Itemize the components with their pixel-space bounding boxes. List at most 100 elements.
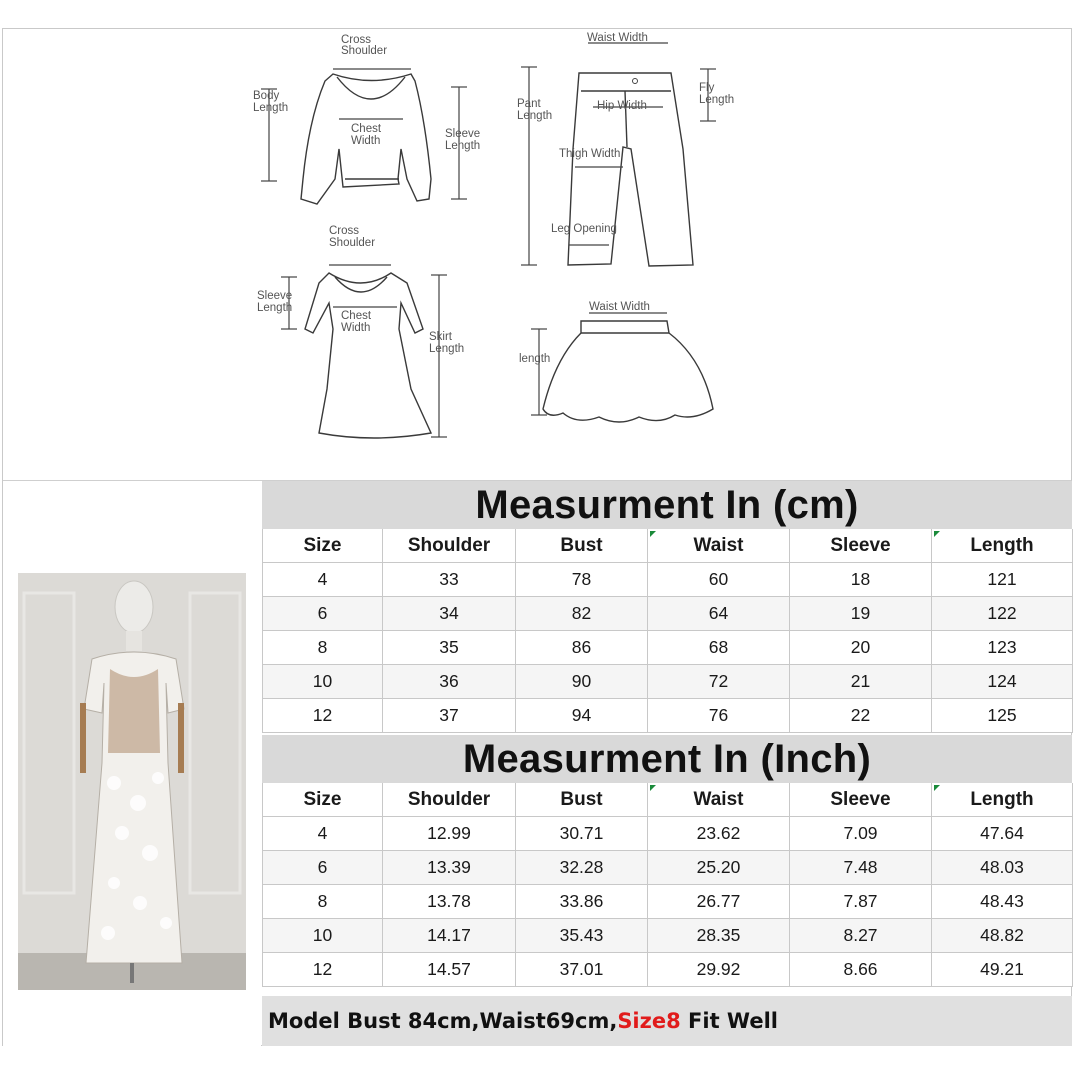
table-cell: 14.57: [382, 952, 516, 987]
label-sleeve-length: Sleeve: [445, 128, 480, 140]
measurement-diagram: Cross Shoulder Body Length Chest Width S…: [3, 29, 1071, 479]
inch-header-row: Size Shoulder Bust Waist Sleeve Length: [262, 783, 1073, 817]
table-cell: 10: [262, 918, 383, 953]
table-cell: 6: [262, 850, 383, 885]
table-cell: 125: [931, 698, 1073, 733]
column-header-sleeve: Sleeve: [789, 783, 932, 817]
label-skirt-length-short: length: [519, 353, 550, 365]
cm-size-table: Size Shoulder Bust Waist Sleeve Length 4 33 78 6…: [262, 529, 1073, 733]
fit-note-highlight: Size8: [617, 1009, 681, 1033]
table-cell: 33: [382, 562, 516, 597]
table-row: 12 14.57 37.01 29.92 8.66 49.21: [262, 952, 1073, 987]
cm-table-title: Measurment In (cm): [475, 482, 859, 527]
column-header-label: Shoulder: [407, 788, 491, 810]
fit-note-suffix: Fit Well: [680, 1009, 778, 1033]
column-header-bust: Bust: [515, 529, 648, 563]
table-cell: 35: [382, 630, 516, 665]
skirt-sketch: [531, 312, 714, 423]
label-pant-length: Pant: [517, 98, 541, 110]
table-cell: 8.27: [789, 918, 932, 953]
table-cell: 13.39: [382, 850, 516, 885]
table-cell: 13.78: [382, 884, 516, 919]
table-cell: 82: [515, 596, 648, 631]
label-cross-shoulder-2: Shoulder: [341, 45, 387, 57]
table-cell: 37.01: [515, 952, 648, 987]
label-fly-length: Fly: [699, 82, 715, 94]
label-skirt-length-2: Length: [429, 343, 464, 355]
label-waist-width: Waist Width: [587, 32, 648, 44]
table-cell: 18: [789, 562, 932, 597]
table-cell: 12.99: [382, 816, 516, 851]
label-thigh-width: Thigh Width: [559, 148, 620, 160]
fit-note: Model Bust 84cm,Waist69cm,Size8 Fit Well: [262, 996, 1072, 1046]
inch-table-title: Measurment In (Inch): [462, 736, 872, 781]
size-chart: Measurment In (cm) Size Shoulder Bust Waist…: [262, 481, 1073, 1046]
table-cell: 7.87: [789, 884, 932, 919]
table-cell: 60: [647, 562, 790, 597]
column-header-label: Size: [303, 788, 342, 810]
table-cell: 4: [262, 816, 383, 851]
table-cell: 8: [262, 884, 383, 919]
label-dress-sleeve-length-2: Length: [257, 302, 292, 314]
cell-marker-icon: [934, 785, 940, 791]
table-cell: 78: [515, 562, 648, 597]
column-header-label: Length: [970, 534, 1034, 556]
table-cell: 121: [931, 562, 1073, 597]
label-hip-width: Hip Width: [597, 100, 647, 112]
label-body-length-2: Length: [253, 102, 288, 114]
table-cell: 32.28: [515, 850, 648, 885]
inch-table-title-band: Measurment In (Inch): [262, 735, 1072, 783]
dress-sketch: [281, 264, 447, 439]
table-cell: 6: [262, 596, 383, 631]
column-header-sleeve: Sleeve: [789, 529, 932, 563]
column-header-bust: Bust: [515, 783, 648, 817]
table-cell: 34: [382, 596, 516, 631]
table-cell: 8: [262, 630, 383, 665]
label-chest-width-2: Width: [351, 135, 380, 147]
label-dress-cross-shoulder: Cross: [329, 225, 359, 237]
table-row: 12 37 94 76 22 125: [262, 698, 1073, 733]
label-body-length: Body: [253, 90, 279, 102]
table-cell: 4: [262, 562, 383, 597]
label-fly-length-2: Length: [699, 94, 734, 106]
column-header-shoulder: Shoulder: [382, 783, 516, 817]
table-cell: 22: [789, 698, 932, 733]
table-cell: 86: [515, 630, 648, 665]
table-cell: 72: [647, 664, 790, 699]
table-cell: 76: [647, 698, 790, 733]
label-dress-sleeve-length: Sleeve: [257, 290, 292, 302]
table-cell: 94: [515, 698, 648, 733]
table-cell: 30.71: [515, 816, 648, 851]
column-header-label: Shoulder: [407, 534, 491, 556]
table-cell: 37: [382, 698, 516, 733]
table-cell: 48.43: [931, 884, 1073, 919]
column-header-length: Length: [931, 783, 1073, 817]
table-cell: 48.82: [931, 918, 1073, 953]
label-leg-opening: Leg Opening: [551, 223, 617, 235]
label-sleeve-length-2: Length: [445, 140, 480, 152]
column-header-label: Size: [303, 534, 342, 556]
label-chest-width: Chest: [351, 123, 382, 135]
garment-sketches: Cross Shoulder Body Length Chest Width S…: [253, 32, 734, 439]
table-cell: 122: [931, 596, 1073, 631]
column-header-length: Length: [931, 529, 1073, 563]
table-cell: 20: [789, 630, 932, 665]
table-cell: 23.62: [647, 816, 790, 851]
column-header-label: Waist: [693, 534, 744, 556]
table-cell: 7.48: [789, 850, 932, 885]
table-cell: 47.64: [931, 816, 1073, 851]
column-header-label: Sleeve: [830, 534, 891, 556]
column-header-label: Length: [970, 788, 1034, 810]
cell-marker-icon: [650, 531, 656, 537]
table-row: 6 34 82 64 19 122: [262, 596, 1073, 631]
table-cell: 35.43: [515, 918, 648, 953]
cm-header-row: Size Shoulder Bust Waist Sleeve Length: [262, 529, 1073, 563]
table-cell: 123: [931, 630, 1073, 665]
column-header-label: Bust: [560, 788, 603, 810]
table-cell: 12: [262, 952, 383, 987]
label-dress-chest-width-2: Width: [341, 322, 370, 334]
table-cell: 26.77: [647, 884, 790, 919]
label-pant-length-2: Length: [517, 110, 552, 122]
table-cell: 19: [789, 596, 932, 631]
table-cell: 36: [382, 664, 516, 699]
